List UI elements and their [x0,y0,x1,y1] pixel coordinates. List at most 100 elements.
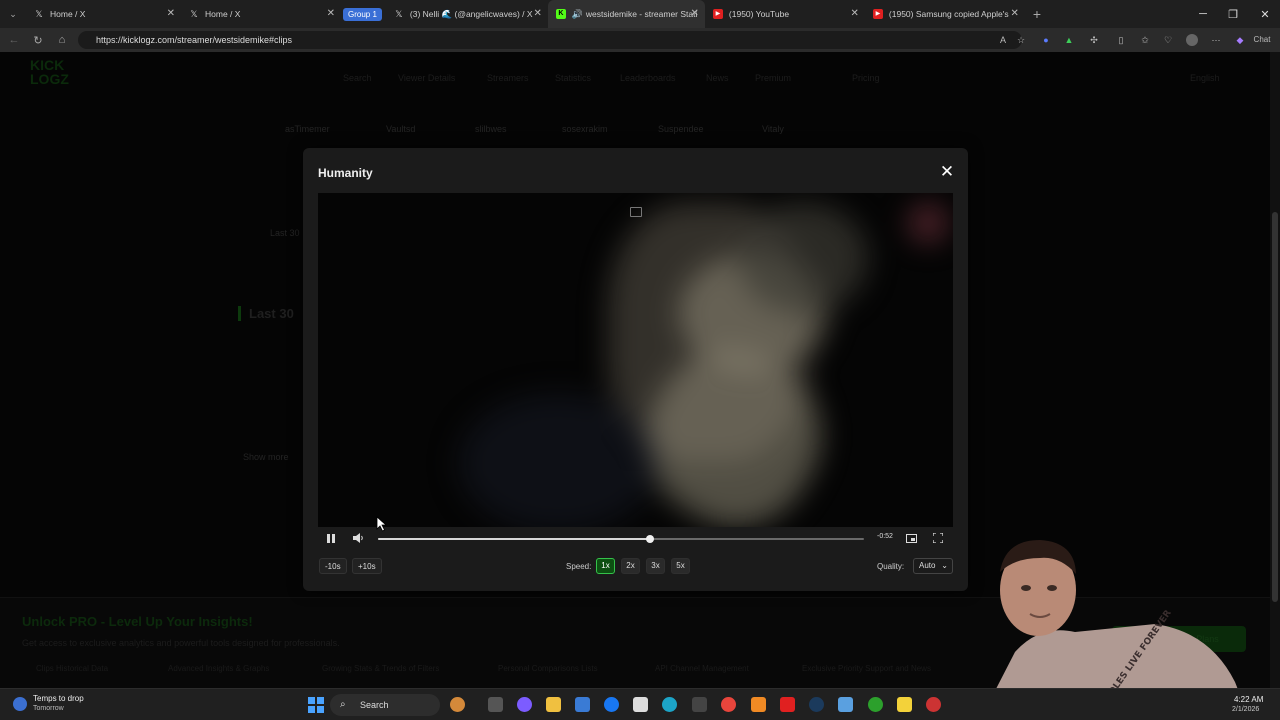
nav-streamers[interactable]: Streamers [487,73,529,83]
site-logo[interactable]: KICK LOGZ [30,58,69,86]
picture-in-picture-button[interactable] [903,530,919,546]
close-window-icon[interactable]: ✕ [1250,0,1280,28]
tab-nelli-x[interactable]: 𝕏 (3) Nelli 🌊 (@angelicwaves) / X ✕ [386,0,548,28]
tab-home-x-2[interactable]: 𝕏 Home / X ✕ [181,0,341,28]
youtube-icon: ▶ [712,9,723,19]
tab-actions-icon[interactable]: ⌄ [0,2,26,26]
nav-statistics[interactable]: Statistics [555,73,591,83]
refresh-icon[interactable]: ↻ [26,28,50,52]
copilot-icon[interactable] [517,697,532,712]
extension-icon[interactable]: ▲ [1063,34,1075,46]
taskbar-search[interactable]: ⌕ Search [330,694,440,716]
address-bar[interactable]: https://kicklogz.com/streamer/westsidemi… [78,31,1022,49]
sticky-notes-icon[interactable] [897,697,912,712]
url-text: https://kicklogz.com/streamer/westsidemi… [96,35,293,45]
chrome-icon[interactable] [721,697,736,712]
seek-bar-handle[interactable] [646,535,655,543]
quality-select[interactable]: Auto ⌄ [913,558,953,574]
calculator-icon[interactable] [692,697,707,712]
amazon-icon[interactable] [633,697,648,712]
pause-button[interactable] [323,530,339,546]
favorites-icon[interactable]: ✩ [1139,34,1151,46]
facebook-icon[interactable] [604,697,619,712]
edge-icon[interactable] [662,697,677,712]
home-icon[interactable]: ⌂ [50,28,74,52]
favorite-star-icon[interactable]: ☆ [1015,34,1027,46]
minimize-icon[interactable]: ─ [1188,0,1218,28]
close-tab-icon[interactable]: ✕ [534,9,542,19]
volume-button[interactable] [350,530,366,546]
back-icon[interactable]: ← [2,28,26,52]
task-view-icon[interactable] [450,697,465,712]
tab-group-chip[interactable]: Group 1 [343,7,382,21]
close-tab-icon[interactable]: ✕ [327,9,335,19]
kick-logo-icon: K [555,9,566,19]
copilot-icon[interactable]: ◆ [1234,34,1246,46]
store-icon[interactable] [575,697,590,712]
weather-title[interactable]: Temps to drop [33,694,84,703]
fullscreen-icon [933,533,943,543]
skip-back-button[interactable]: -10s [319,558,347,574]
nav-news[interactable]: News [706,73,729,83]
profile-avatar[interactable] [1186,34,1198,46]
nav-search[interactable]: Search [343,73,372,83]
nav-premium[interactable]: Premium [755,73,791,83]
taskbar-clock[interactable]: 4:22 AM [1234,695,1263,704]
youtube-icon[interactable] [780,697,795,712]
nav-viewer-details[interactable]: Viewer Details [398,73,455,83]
language-selector[interactable]: English [1190,73,1220,83]
speaker-icon[interactable]: 🔊 [572,9,583,19]
show-more-link[interactable]: Show more [243,452,289,462]
speed-3x-button[interactable]: 3x [646,558,665,574]
page-scrollbar[interactable] [1270,52,1280,688]
xbox-icon[interactable] [868,697,883,712]
speed-1x-button[interactable]: 1x [596,558,615,574]
task-view-icon[interactable] [488,697,503,712]
pause-icon [327,533,335,543]
more-menu-icon[interactable]: ⋯ [1210,34,1222,46]
settings-gear-icon[interactable] [838,697,853,712]
split-screen-icon[interactable]: ▯ [1115,34,1127,46]
time-remaining: -0:52 [877,533,893,540]
tab-home-x-1[interactable]: 𝕏 Home / X ✕ [26,0,181,28]
steam-icon[interactable] [809,697,824,712]
search-icon: ⌕ [340,699,346,710]
browser-essentials-icon[interactable]: ♡ [1162,34,1174,46]
speed-2x-button[interactable]: 2x [621,558,640,574]
close-tab-icon[interactable]: ✕ [691,9,699,19]
app-icon[interactable] [926,697,941,712]
file-explorer-icon[interactable] [546,697,561,712]
close-tab-icon[interactable]: ✕ [167,9,175,19]
modal-title: Humanity [318,166,373,180]
windows-start-button[interactable] [308,697,324,713]
badge-label: Vaultsd [386,124,416,134]
chat-label[interactable]: Chat [1249,34,1275,46]
nav-leaderboards[interactable]: Leaderboards [620,73,676,83]
restore-icon[interactable]: ❐ [1218,0,1248,28]
new-tab-icon[interactable]: + [1025,2,1049,26]
picture-in-picture-icon[interactable] [630,207,642,217]
fullscreen-button[interactable] [930,530,946,546]
tab-westsidemike[interactable]: K 🔊 westsidemike - streamer Stati ✕ [547,0,705,28]
seek-bar[interactable] [378,535,864,543]
tab-label: (1950) Samsung copied Apple's [888,9,1009,19]
chevron-down-icon: ⌄ [941,561,948,570]
close-modal-button[interactable]: ✕ [939,163,955,180]
vlc-icon[interactable] [751,697,766,712]
badge-label: asTimemer [285,124,330,134]
browser-tab-strip: ⌄ 𝕏 Home / X ✕ 𝕏 Home / X ✕ Group 1 𝕏 (3… [0,0,1280,28]
close-tab-icon[interactable]: ✕ [851,9,859,19]
nav-pricing[interactable]: Pricing [852,73,880,83]
read-aloud-icon[interactable]: A [997,34,1009,46]
video-player[interactable] [318,193,953,527]
seek-bar-progress [378,538,651,540]
extensions-puzzle-icon[interactable]: ✣ [1088,34,1100,46]
skip-forward-button[interactable]: +10s [352,558,382,574]
extension-icon[interactable]: ● [1040,34,1052,46]
speed-5x-button[interactable]: 5x [671,558,690,574]
scrollbar-thumb[interactable] [1272,212,1278,602]
close-tab-icon[interactable]: ✕ [1011,9,1019,19]
tab-youtube[interactable]: ▶ (1950) YouTube ✕ [705,0,865,28]
tab-samsung-youtube[interactable]: ▶ (1950) Samsung copied Apple's ✕ [865,0,1025,28]
weather-icon[interactable] [13,697,27,711]
